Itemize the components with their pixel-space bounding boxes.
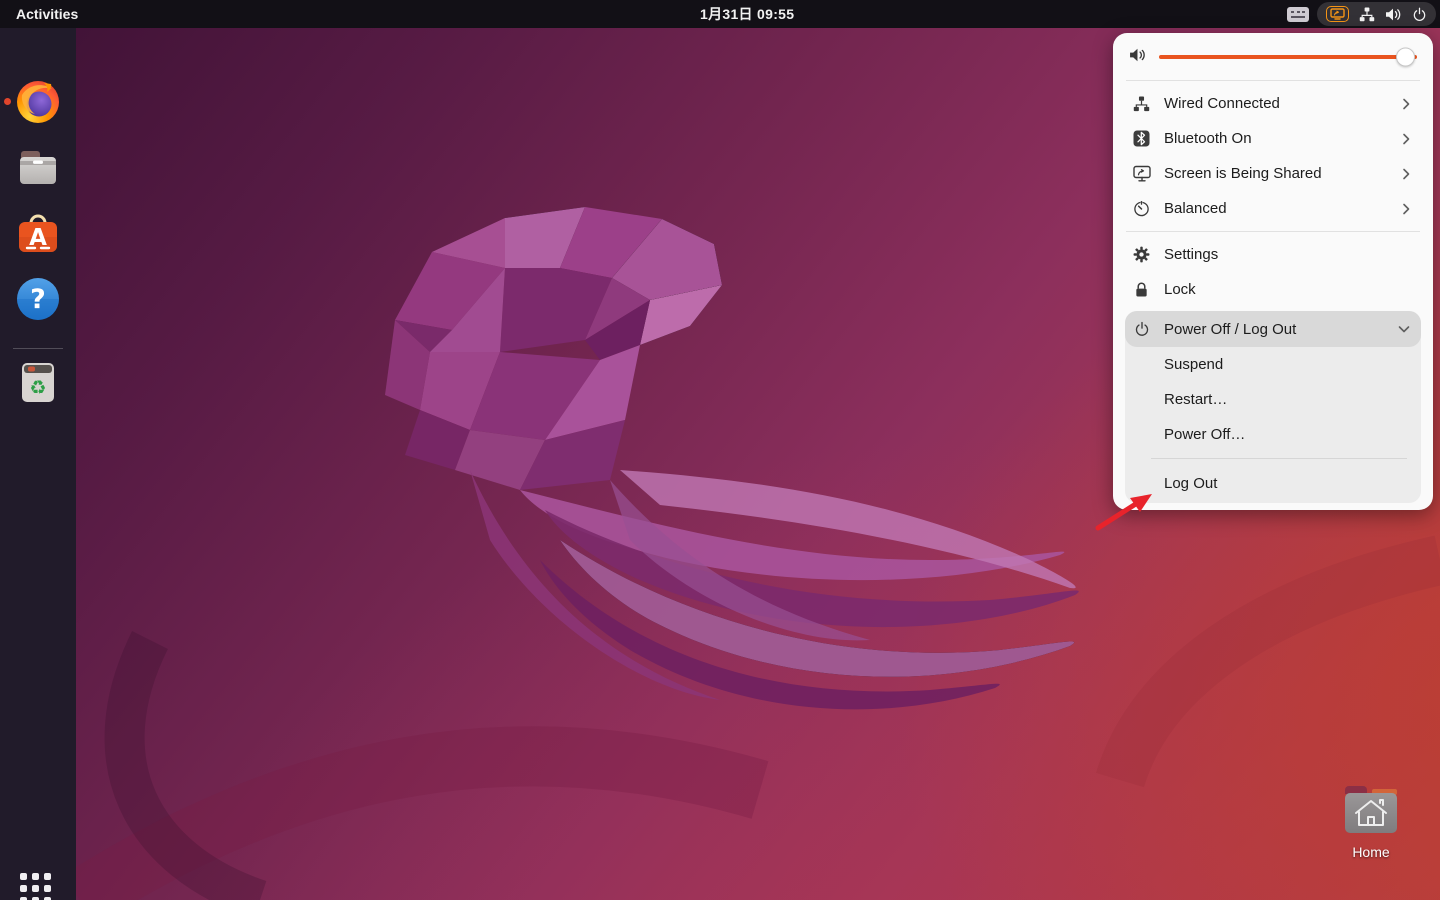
menu-item-power-profile[interactable]: Balanced: [1125, 191, 1421, 226]
menu-item-bluetooth[interactable]: Bluetooth On: [1125, 121, 1421, 156]
chevron-right-icon: [1401, 167, 1411, 181]
menu-item-wired[interactable]: Wired Connected: [1125, 86, 1421, 121]
menu-item-settings[interactable]: Settings: [1125, 237, 1421, 272]
menu-item-label: Power Off / Log Out: [1164, 320, 1297, 338]
menu-item-label: Screen is Being Shared: [1164, 165, 1322, 182]
chevron-right-icon: [1401, 132, 1411, 146]
svg-text:♻: ♻: [29, 377, 46, 399]
keyboard-layout-icon[interactable]: [1287, 6, 1309, 22]
menu-divider: [1126, 80, 1420, 81]
settings-gear-icon: [1132, 246, 1151, 263]
top-bar: Activities 1月31日 09:55: [0, 0, 1440, 28]
chevron-right-icon: [1401, 97, 1411, 111]
activities-button[interactable]: Activities: [16, 6, 78, 22]
menu-item-label: Bluetooth On: [1164, 130, 1252, 147]
dock-ubuntu-software-icon[interactable]: A: [14, 209, 62, 257]
network-wired-icon: [1359, 6, 1375, 22]
menu-item-lock[interactable]: Lock: [1125, 272, 1421, 307]
menu-item-label: Wired Connected: [1164, 95, 1280, 112]
submenu-divider: [1151, 458, 1407, 459]
dock: A ? ♻: [0, 28, 76, 900]
svg-text:?: ?: [30, 284, 46, 315]
desktop-home-folder[interactable]: Home: [1341, 786, 1401, 860]
firefox-running-indicator: [4, 98, 11, 105]
submenu-item-label: Log Out: [1164, 475, 1218, 492]
home-label: Home: [1352, 844, 1390, 860]
dock-files-icon[interactable]: [14, 144, 62, 192]
submenu-item-label: Power Off…: [1164, 426, 1246, 443]
submenu-item-power-off[interactable]: Power Off…: [1125, 417, 1421, 452]
clock-button[interactable]: 1月31日 09:55: [700, 0, 794, 28]
screen-share-icon: [1326, 6, 1349, 22]
speaker-icon: [1129, 47, 1147, 67]
submenu-item-label: Suspend: [1164, 356, 1224, 373]
dock-divider: [13, 348, 63, 349]
quick-settings-button[interactable]: [1317, 2, 1436, 26]
menu-item-label: Lock: [1164, 281, 1196, 298]
lock-icon: [1132, 281, 1151, 298]
submenu-item-log-out[interactable]: Log Out: [1125, 466, 1421, 501]
dock-help-icon[interactable]: ?: [14, 275, 62, 323]
desktop-screen: Activities 1月31日 09:55 A ? ♻ Wired Conne…: [0, 0, 1440, 900]
chevron-right-icon: [1401, 202, 1411, 216]
show-applications-icon[interactable]: [20, 873, 56, 900]
power-icon: [1132, 321, 1151, 337]
power-profile-gauge-icon: [1132, 200, 1151, 217]
screen-share-icon: [1132, 165, 1151, 182]
volume-slider[interactable]: [1159, 47, 1417, 67]
submenu-item-label: Restart…: [1164, 391, 1228, 408]
volume-slider-knob[interactable]: [1396, 47, 1415, 67]
power-section: Power Off / Log Out Suspend Restart… Pow…: [1125, 311, 1421, 503]
chevron-down-icon: [1397, 321, 1411, 338]
submenu-item-restart[interactable]: Restart…: [1125, 382, 1421, 417]
volume-icon: [1385, 7, 1402, 22]
menu-divider: [1126, 231, 1420, 232]
menu-item-label: Settings: [1164, 246, 1219, 263]
bluetooth-icon: [1132, 130, 1151, 147]
network-wired-icon: [1132, 95, 1151, 112]
quick-settings-menu: Wired Connected Bluetooth On Screen is B…: [1113, 33, 1433, 510]
submenu-item-suspend[interactable]: Suspend: [1125, 347, 1421, 382]
power-icon: [1412, 7, 1427, 22]
dock-trash-icon[interactable]: ♻: [14, 358, 62, 406]
dock-firefox-icon[interactable]: [14, 77, 62, 125]
system-tray: [1287, 2, 1436, 26]
menu-item-power-off-log-out[interactable]: Power Off / Log Out: [1125, 311, 1421, 347]
menu-item-screen-share[interactable]: Screen is Being Shared: [1125, 156, 1421, 191]
volume-slider-row: [1113, 33, 1433, 75]
menu-item-label: Balanced: [1164, 200, 1227, 217]
